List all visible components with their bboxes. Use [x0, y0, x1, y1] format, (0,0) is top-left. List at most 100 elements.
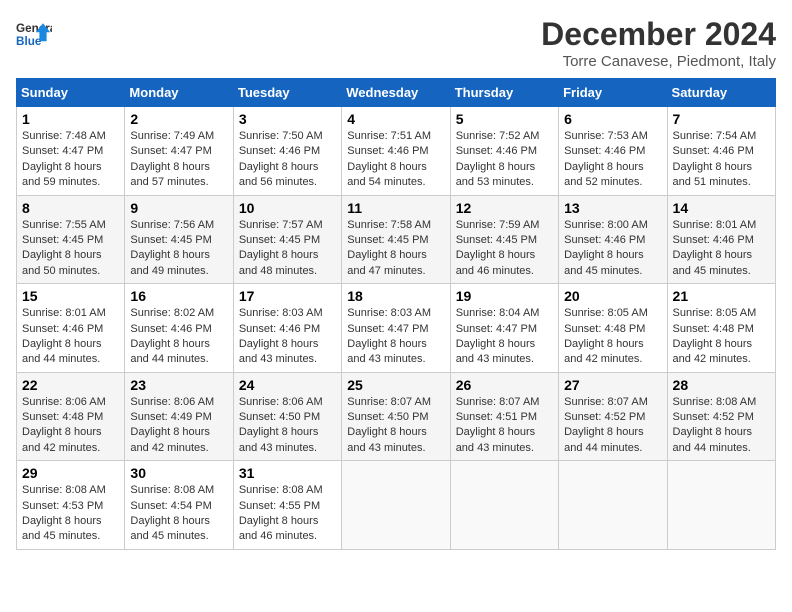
- day-info: Sunrise: 8:07 AMSunset: 4:50 PMDaylight …: [347, 395, 444, 457]
- day-number: 13: [564, 200, 661, 216]
- day-number: 27: [564, 377, 661, 393]
- day-info: Sunrise: 8:03 AMSunset: 4:46 PMDaylight …: [239, 306, 336, 368]
- calendar-cell: 1 Sunrise: 7:48 AMSunset: 4:47 PMDayligh…: [17, 107, 125, 196]
- weekday-header-friday: Friday: [559, 79, 667, 107]
- calendar-cell: 24 Sunrise: 8:06 AMSunset: 4:50 PMDaylig…: [233, 372, 341, 461]
- logo: General Blue: [16, 16, 52, 52]
- day-number: 2: [130, 111, 227, 127]
- calendar-cell: 3 Sunrise: 7:50 AMSunset: 4:46 PMDayligh…: [233, 107, 341, 196]
- day-info: Sunrise: 7:56 AMSunset: 4:45 PMDaylight …: [130, 218, 227, 280]
- day-info: Sunrise: 8:07 AMSunset: 4:51 PMDaylight …: [456, 395, 553, 457]
- calendar-cell: 16 Sunrise: 8:02 AMSunset: 4:46 PMDaylig…: [125, 284, 233, 373]
- calendar-cell: 28 Sunrise: 8:08 AMSunset: 4:52 PMDaylig…: [667, 372, 775, 461]
- calendar-cell: 30 Sunrise: 8:08 AMSunset: 4:54 PMDaylig…: [125, 461, 233, 550]
- calendar-cell: 19 Sunrise: 8:04 AMSunset: 4:47 PMDaylig…: [450, 284, 558, 373]
- day-info: Sunrise: 7:55 AMSunset: 4:45 PMDaylight …: [22, 218, 119, 280]
- calendar-cell: [450, 461, 558, 550]
- day-info: Sunrise: 7:48 AMSunset: 4:47 PMDaylight …: [22, 129, 119, 191]
- day-number: 28: [673, 377, 770, 393]
- day-info: Sunrise: 8:02 AMSunset: 4:46 PMDaylight …: [130, 306, 227, 368]
- day-info: Sunrise: 8:08 AMSunset: 4:55 PMDaylight …: [239, 483, 336, 545]
- calendar-cell: 15 Sunrise: 8:01 AMSunset: 4:46 PMDaylig…: [17, 284, 125, 373]
- weekday-header-wednesday: Wednesday: [342, 79, 450, 107]
- day-info: Sunrise: 8:06 AMSunset: 4:49 PMDaylight …: [130, 395, 227, 457]
- calendar-cell: 31 Sunrise: 8:08 AMSunset: 4:55 PMDaylig…: [233, 461, 341, 550]
- day-number: 8: [22, 200, 119, 216]
- day-info: Sunrise: 8:01 AMSunset: 4:46 PMDaylight …: [673, 218, 770, 280]
- calendar-cell: 29 Sunrise: 8:08 AMSunset: 4:53 PMDaylig…: [17, 461, 125, 550]
- day-number: 4: [347, 111, 444, 127]
- day-number: 21: [673, 288, 770, 304]
- calendar-cell: 23 Sunrise: 8:06 AMSunset: 4:49 PMDaylig…: [125, 372, 233, 461]
- day-number: 17: [239, 288, 336, 304]
- calendar-cell: 4 Sunrise: 7:51 AMSunset: 4:46 PMDayligh…: [342, 107, 450, 196]
- day-info: Sunrise: 8:05 AMSunset: 4:48 PMDaylight …: [673, 306, 770, 368]
- day-number: 7: [673, 111, 770, 127]
- day-number: 26: [456, 377, 553, 393]
- day-info: Sunrise: 7:57 AMSunset: 4:45 PMDaylight …: [239, 218, 336, 280]
- weekday-header-thursday: Thursday: [450, 79, 558, 107]
- calendar-cell: [667, 461, 775, 550]
- day-info: Sunrise: 7:59 AMSunset: 4:45 PMDaylight …: [456, 218, 553, 280]
- day-info: Sunrise: 7:49 AMSunset: 4:47 PMDaylight …: [130, 129, 227, 191]
- day-number: 10: [239, 200, 336, 216]
- day-number: 20: [564, 288, 661, 304]
- day-number: 1: [22, 111, 119, 127]
- weekday-header-sunday: Sunday: [17, 79, 125, 107]
- day-info: Sunrise: 8:08 AMSunset: 4:53 PMDaylight …: [22, 483, 119, 545]
- day-number: 14: [673, 200, 770, 216]
- calendar-cell: 13 Sunrise: 8:00 AMSunset: 4:46 PMDaylig…: [559, 195, 667, 284]
- calendar-cell: 6 Sunrise: 7:53 AMSunset: 4:46 PMDayligh…: [559, 107, 667, 196]
- day-info: Sunrise: 7:52 AMSunset: 4:46 PMDaylight …: [456, 129, 553, 191]
- day-info: Sunrise: 8:08 AMSunset: 4:52 PMDaylight …: [673, 395, 770, 457]
- month-title: December 2024: [541, 16, 776, 53]
- calendar-cell: 20 Sunrise: 8:05 AMSunset: 4:48 PMDaylig…: [559, 284, 667, 373]
- day-number: 19: [456, 288, 553, 304]
- calendar-cell: [559, 461, 667, 550]
- logo-icon: General Blue: [16, 16, 52, 52]
- header: General Blue December 2024 Torre Canaves…: [16, 16, 776, 70]
- weekday-header-saturday: Saturday: [667, 79, 775, 107]
- calendar-cell: 17 Sunrise: 8:03 AMSunset: 4:46 PMDaylig…: [233, 284, 341, 373]
- calendar-cell: 21 Sunrise: 8:05 AMSunset: 4:48 PMDaylig…: [667, 284, 775, 373]
- day-number: 12: [456, 200, 553, 216]
- calendar-cell: 12 Sunrise: 7:59 AMSunset: 4:45 PMDaylig…: [450, 195, 558, 284]
- day-number: 16: [130, 288, 227, 304]
- day-number: 6: [564, 111, 661, 127]
- calendar-cell: 18 Sunrise: 8:03 AMSunset: 4:47 PMDaylig…: [342, 284, 450, 373]
- day-info: Sunrise: 8:06 AMSunset: 4:48 PMDaylight …: [22, 395, 119, 457]
- day-number: 18: [347, 288, 444, 304]
- calendar-cell: 11 Sunrise: 7:58 AMSunset: 4:45 PMDaylig…: [342, 195, 450, 284]
- day-info: Sunrise: 8:05 AMSunset: 4:48 PMDaylight …: [564, 306, 661, 368]
- day-info: Sunrise: 8:01 AMSunset: 4:46 PMDaylight …: [22, 306, 119, 368]
- calendar-cell: 25 Sunrise: 8:07 AMSunset: 4:50 PMDaylig…: [342, 372, 450, 461]
- day-info: Sunrise: 8:00 AMSunset: 4:46 PMDaylight …: [564, 218, 661, 280]
- day-number: 24: [239, 377, 336, 393]
- calendar-cell: [342, 461, 450, 550]
- calendar-table: SundayMondayTuesdayWednesdayThursdayFrid…: [16, 78, 776, 550]
- weekday-header-monday: Monday: [125, 79, 233, 107]
- day-info: Sunrise: 7:53 AMSunset: 4:46 PMDaylight …: [564, 129, 661, 191]
- day-number: 30: [130, 465, 227, 481]
- svg-text:Blue: Blue: [16, 35, 42, 48]
- day-number: 15: [22, 288, 119, 304]
- calendar-cell: 5 Sunrise: 7:52 AMSunset: 4:46 PMDayligh…: [450, 107, 558, 196]
- calendar-cell: 8 Sunrise: 7:55 AMSunset: 4:45 PMDayligh…: [17, 195, 125, 284]
- day-number: 5: [456, 111, 553, 127]
- day-info: Sunrise: 7:54 AMSunset: 4:46 PMDaylight …: [673, 129, 770, 191]
- day-number: 11: [347, 200, 444, 216]
- day-info: Sunrise: 8:08 AMSunset: 4:54 PMDaylight …: [130, 483, 227, 545]
- day-number: 3: [239, 111, 336, 127]
- calendar-cell: 22 Sunrise: 8:06 AMSunset: 4:48 PMDaylig…: [17, 372, 125, 461]
- day-info: Sunrise: 8:07 AMSunset: 4:52 PMDaylight …: [564, 395, 661, 457]
- day-number: 31: [239, 465, 336, 481]
- day-number: 9: [130, 200, 227, 216]
- calendar-cell: 2 Sunrise: 7:49 AMSunset: 4:47 PMDayligh…: [125, 107, 233, 196]
- calendar-cell: 9 Sunrise: 7:56 AMSunset: 4:45 PMDayligh…: [125, 195, 233, 284]
- calendar-cell: 7 Sunrise: 7:54 AMSunset: 4:46 PMDayligh…: [667, 107, 775, 196]
- day-info: Sunrise: 7:58 AMSunset: 4:45 PMDaylight …: [347, 218, 444, 280]
- calendar-cell: 10 Sunrise: 7:57 AMSunset: 4:45 PMDaylig…: [233, 195, 341, 284]
- day-info: Sunrise: 8:03 AMSunset: 4:47 PMDaylight …: [347, 306, 444, 368]
- location-title: Torre Canavese, Piedmont, Italy: [541, 53, 776, 70]
- day-number: 23: [130, 377, 227, 393]
